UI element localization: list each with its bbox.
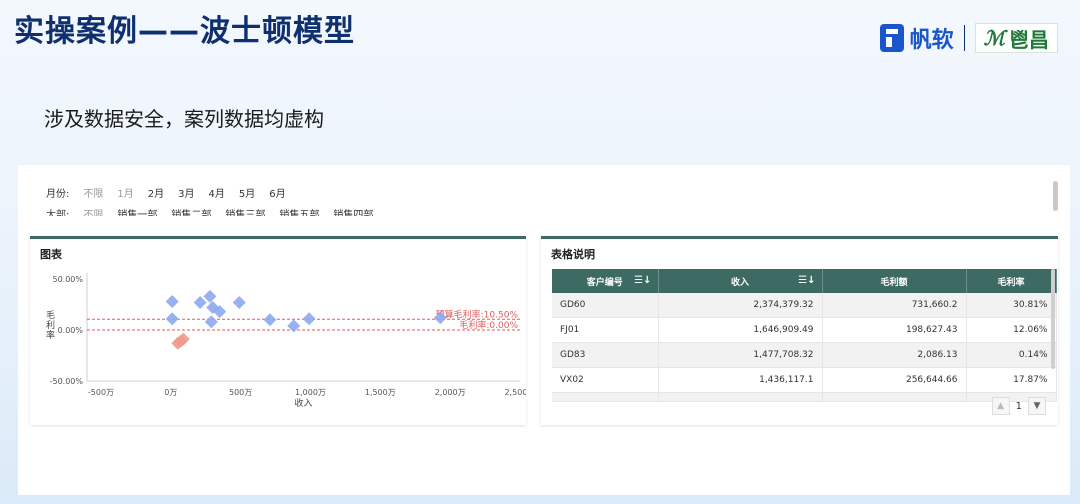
- y-tick-label: -50.00%: [50, 377, 84, 386]
- chart-panel: 图表 -500万0万500万1,000万1,500万2,000万2,500万50…: [30, 236, 526, 425]
- table-panel: 表格说明 客户编号 ☰↓ 收入 ☰↓ 毛利额 毛利率 GD60 2,374,379.…: [541, 236, 1058, 425]
- table-scrollbar[interactable]: [1051, 269, 1055, 369]
- table-row[interactable]: [552, 392, 1057, 402]
- filter-scrollbar[interactable]: [1053, 181, 1058, 211]
- cell-revenue: 2,374,379.32: [658, 293, 823, 318]
- reference-line-label: 预算毛利率:10.50%: [436, 308, 519, 320]
- col-header-revenue[interactable]: 收入 ☰↓: [658, 269, 823, 293]
- x-tick-label: -500万: [88, 388, 114, 397]
- scatter-point: [204, 315, 218, 329]
- cell-gross-profit: 2,086.13: [822, 342, 967, 368]
- cell-gross-margin: 12.06%: [966, 317, 1057, 343]
- col-header-customer-id[interactable]: 客户编号 ☰↓: [552, 269, 659, 293]
- pagination: ▲ 1 ▼: [991, 397, 1046, 415]
- fanruan-logo-icon: [879, 24, 904, 52]
- filter-sort-icon[interactable]: ☰↓: [634, 275, 651, 286]
- dept-option-5[interactable]: 销售五部: [279, 206, 319, 216]
- cell-gross-margin: 30.81%: [966, 293, 1057, 318]
- chevron-up-icon[interactable]: ▲: [991, 397, 1010, 415]
- x-tick-label: 0万: [164, 388, 177, 397]
- slide-subtitle: 涉及数据安全，案列数据均虚构: [44, 107, 324, 131]
- y-axis-label: 毛利率: [46, 309, 55, 341]
- table-row[interactable]: FJ01 1,646,909.49 198,627.43 12.06%: [552, 317, 1057, 343]
- table-row[interactable]: GD83 1,477,708.32 2,086.13 0.14%: [552, 342, 1057, 368]
- cell-gross-profit: 198,627.43: [822, 317, 967, 343]
- y-tick-label: 50.00%: [52, 275, 83, 284]
- table-row[interactable]: VX02 1,436,117.1 256,644.66 17.87%: [552, 367, 1057, 393]
- dept-filter-label: 大部:: [46, 210, 70, 216]
- table-row[interactable]: GD60 2,374,379.32 731,660.2 30.81%: [552, 293, 1057, 318]
- cell-empty: [552, 392, 659, 402]
- x-tick-label: 1,000万: [295, 388, 326, 397]
- dept-option-1[interactable]: 销售一部: [117, 206, 157, 216]
- cell-gross-margin: 17.87%: [966, 367, 1057, 393]
- cell-customer-id: FJ01: [552, 317, 659, 343]
- slide-title: 实操案例——波士顿模型: [14, 14, 355, 49]
- x-tick-label: 2,000万: [435, 388, 466, 397]
- scatter-point: [165, 312, 179, 326]
- filter-sort-icon[interactable]: ☰↓: [798, 275, 815, 286]
- month-option-all[interactable]: 不限: [83, 185, 103, 200]
- fanruan-logo-text: 帆软: [909, 28, 954, 53]
- col-header-gross-margin[interactable]: 毛利率: [966, 269, 1057, 293]
- changshang-logo-text: 鬯昌: [1009, 27, 1049, 52]
- scatter-point: [302, 312, 316, 326]
- logo-area: 帆软 ℳ 鬯昌: [879, 18, 1058, 58]
- month-option-5[interactable]: 5月: [239, 185, 255, 200]
- scatter-point: [165, 294, 179, 308]
- dept-option-all[interactable]: 不限: [83, 206, 103, 216]
- month-option-4[interactable]: 4月: [209, 185, 225, 200]
- scatter-point: [203, 289, 217, 303]
- month-option-3[interactable]: 3月: [178, 185, 194, 200]
- chevron-down-icon[interactable]: ▼: [1028, 397, 1046, 415]
- changshang-logo: ℳ 鬯昌: [974, 23, 1058, 53]
- cell-gross-margin: 0.14%: [966, 342, 1057, 368]
- fanruan-logo: 帆软: [879, 22, 954, 54]
- x-tick-label: 1,500万: [365, 388, 396, 397]
- dept-option-2[interactable]: 销售二部: [171, 206, 211, 216]
- month-option-6[interactable]: 6月: [269, 185, 285, 200]
- col-header-customer-id-label: 客户编号: [586, 277, 623, 288]
- cell-customer-id: GD60: [552, 293, 659, 318]
- reference-line-label: 毛利率:0.00%: [459, 319, 518, 331]
- x-tick-label: 500万: [229, 388, 252, 397]
- col-header-gross-margin-label: 毛利率: [997, 277, 1025, 288]
- dept-option-3[interactable]: 销售三部: [225, 206, 265, 216]
- y-tick-label: 0.00%: [58, 326, 84, 335]
- scatter-point: [232, 295, 246, 309]
- table-header-row: 客户编号 ☰↓ 收入 ☰↓ 毛利额 毛利率: [552, 269, 1057, 293]
- logo-divider: [963, 25, 965, 51]
- filter-bar: 月份: 不限 1月 2月 3月 4月 5月 6月 大部: 不限 销售一部 销售二…: [46, 181, 373, 217]
- cell-gross-profit: 731,660.2: [822, 293, 967, 318]
- cell-revenue: 1,646,909.49: [658, 317, 823, 343]
- month-filter-row: 月份: 不限 1月 2月 3月 4月 5月 6月: [46, 181, 373, 203]
- x-axis-label: 收入: [294, 397, 312, 409]
- changshang-logo-icon: ℳ: [983, 26, 1005, 50]
- cell-customer-id: VX02: [552, 367, 659, 393]
- cell-empty: [822, 392, 967, 402]
- table-panel-title: 表格说明: [551, 248, 595, 261]
- customer-table: 客户编号 ☰↓ 收入 ☰↓ 毛利额 毛利率 GD60 2,374,379.32 73…: [552, 269, 1057, 402]
- dashboard-canvas: 月份: 不限 1月 2月 3月 4月 5月 6月 大部: 不限 销售一部 销售二…: [18, 165, 1070, 495]
- dept-option-4[interactable]: 销售四部: [333, 206, 373, 216]
- cell-revenue: 1,436,117.1: [658, 367, 823, 393]
- col-header-revenue-label: 收入: [730, 277, 749, 288]
- scatter-chart: -500万 0万 500万 1,000万 1,500万 2,000万 2,500万 50.00…: [46, 273, 526, 409]
- x-tick-label: 2,500万: [505, 388, 526, 397]
- month-filter-label: 月份:: [46, 188, 70, 200]
- month-option-1[interactable]: 1月: [117, 185, 133, 200]
- scatter-point: [193, 295, 207, 309]
- cell-customer-id: GD83: [552, 342, 659, 368]
- month-option-2[interactable]: 2月: [148, 185, 164, 200]
- scatter-point: [263, 313, 277, 327]
- cell-revenue: 1,477,708.32: [658, 342, 823, 368]
- cell-gross-profit: 256,644.66: [822, 367, 967, 393]
- cell-empty: [658, 392, 823, 402]
- col-header-gross-profit[interactable]: 毛利额: [822, 269, 967, 293]
- dept-filter-row: 大部: 不限 销售一部 销售二部 销售三部 销售五部 销售四部: [46, 206, 373, 216]
- page-number: 1: [1015, 400, 1022, 412]
- col-header-gross-profit-label: 毛利额: [880, 277, 908, 288]
